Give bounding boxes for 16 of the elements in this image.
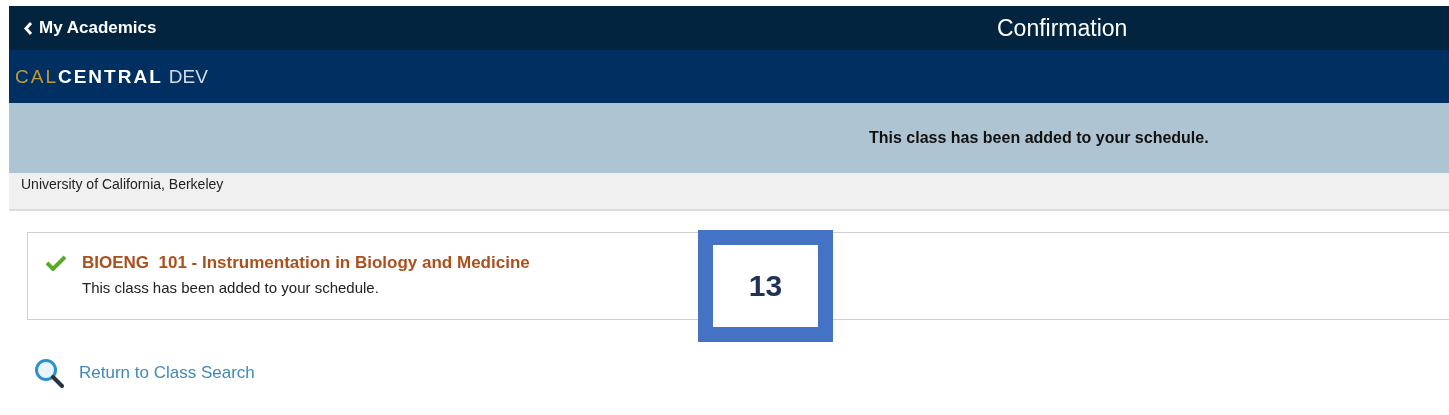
back-link-label[interactable]: My Academics xyxy=(39,18,157,38)
environment-label: DEV xyxy=(168,65,208,88)
logo-text: CENTRAL xyxy=(57,65,163,88)
annotation-badge: 13 xyxy=(698,230,833,342)
banner-message: This class has been added to your schedule. xyxy=(869,129,1210,147)
back-link[interactable]: My Academics xyxy=(9,18,157,38)
result-message: This class has been added to your schedule. xyxy=(82,279,380,296)
logo-text: CAL xyxy=(15,65,58,88)
page-title: Confirmation xyxy=(997,14,1128,42)
course-title: BIOENG 101 - Instrumentation in Biology and Medicine xyxy=(82,253,530,273)
chevron-left-icon xyxy=(24,21,33,35)
return-link[interactable]: Return to Class Search xyxy=(34,358,255,388)
checkmark-icon xyxy=(46,255,66,271)
return-link-label[interactable]: Return to Class Search xyxy=(79,363,255,383)
search-icon xyxy=(34,358,65,388)
institution-name: University of California, Berkeley xyxy=(9,173,1449,211)
